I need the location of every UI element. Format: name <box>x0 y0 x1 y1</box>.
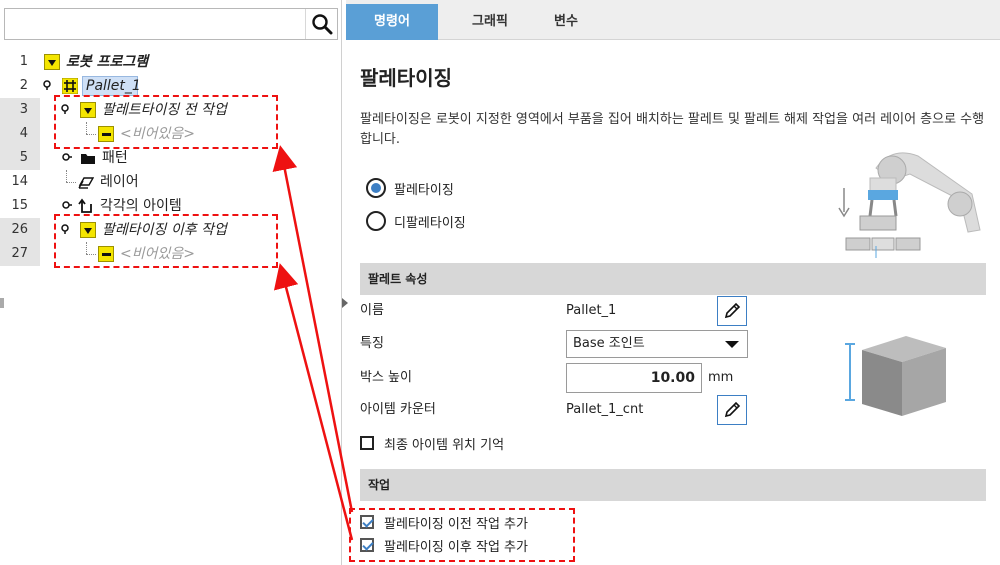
radio-palletizing[interactable]: 팔레타이징 <box>366 176 454 200</box>
section-pallet-properties: 팔레트 속성 <box>360 263 986 295</box>
tree-node-label: 패턴 <box>102 150 128 166</box>
search-input[interactable] <box>4 8 338 40</box>
tree-node-label: 레이어 <box>100 174 139 190</box>
checkbox-checked-icon <box>360 515 374 529</box>
radio-selected-icon <box>366 178 386 198</box>
command-panel: 명령어 그래픽 변수 팔레타이징 팔레타이징은 로봇이 지정한 영역에서 부품을… <box>346 0 1000 565</box>
panel-handle-icon[interactable] <box>0 296 6 310</box>
tab-command[interactable]: 명령어 <box>346 4 438 40</box>
radio-unselected-icon <box>366 211 386 231</box>
pencil-icon <box>724 401 741 418</box>
line-number: 1 <box>19 54 28 69</box>
line-number: 2 <box>19 78 28 93</box>
tree-row-layer[interactable]: 14 레이어 <box>0 170 340 194</box>
line-number: 26 <box>0 218 40 242</box>
expand-pin-icon[interactable] <box>62 200 72 210</box>
tab-variables[interactable]: 변수 <box>520 4 612 40</box>
radio-label: 디팔레타이징 <box>394 215 466 231</box>
name-label: 이름 <box>360 303 384 318</box>
section-actions: 작업 <box>360 469 986 501</box>
add-after-action-checkbox[interactable]: 팔레타이징 이후 작업 추가 <box>360 535 528 555</box>
tree-row-empty-after[interactable]: 27 <비어있음> <box>0 242 340 266</box>
box-height-unit: mm <box>708 370 734 385</box>
tree-node-label: 각각의 아이템 <box>100 198 182 214</box>
item-counter-value: Pallet_1_cnt <box>566 402 644 417</box>
folder-icon <box>80 222 96 238</box>
checkbox-label: 최종 아이템 위치 기억 <box>384 437 505 453</box>
folder-icon <box>80 102 96 118</box>
line-number: 14 <box>11 174 28 189</box>
tree-node-label: Pallet_1 <box>86 78 141 94</box>
tree-row-each-item[interactable]: 15 각각의 아이템 <box>0 194 340 218</box>
feature-dropdown[interactable]: Base 조인트 <box>566 330 748 358</box>
pallet-grid-icon <box>62 78 78 94</box>
line-number: 3 <box>0 98 40 122</box>
tree-connector <box>86 122 87 134</box>
panel-collapse-icon[interactable] <box>341 296 349 310</box>
layer-icon <box>78 177 94 189</box>
box-illustration <box>845 336 946 416</box>
tree-node-label: <비어있음> <box>120 246 195 262</box>
add-before-action-checkbox[interactable]: 팔레타이징 이전 작업 추가 <box>360 512 528 532</box>
tree-connector <box>86 242 87 254</box>
line-number: 27 <box>0 242 40 266</box>
program-tree-panel: 1 로봇 프로그램 2 Pallet_1 3 팔레트타이징 전 작업 4 <비어… <box>0 0 342 565</box>
feature-label: 특징 <box>360 336 384 351</box>
collapse-pin-icon[interactable] <box>60 104 70 114</box>
tree-row-pattern[interactable]: 5 패턴 <box>0 146 340 170</box>
box-height-input[interactable]: 10.00 <box>566 363 702 393</box>
item-loop-icon <box>78 198 92 213</box>
description-text: 팔레타이징은 로봇이 지정한 영역에서 부품을 집어 배치하는 팔레트 및 팔레… <box>360 112 985 147</box>
search-button[interactable] <box>305 9 337 39</box>
name-value: Pallet_1 <box>566 303 617 318</box>
tab-bar: 명령어 그래픽 변수 <box>346 0 1000 40</box>
tree-row-pallet[interactable]: 2 Pallet_1 <box>0 74 340 98</box>
pencil-icon <box>724 302 741 319</box>
tree-connector <box>86 134 96 135</box>
line-number: 15 <box>11 198 28 213</box>
edit-name-button[interactable] <box>717 296 747 326</box>
folder-icon <box>81 154 95 164</box>
expand-pin-icon[interactable] <box>62 152 72 162</box>
tree-node-label: 팔레타이징 이후 작업 <box>102 222 227 238</box>
tree-node-label: 로봇 프로그램 <box>66 54 149 70</box>
item-counter-label: 아이템 카운터 <box>360 402 436 417</box>
robot-arm-illustration <box>838 152 981 258</box>
checkbox-label: 팔레타이징 이후 작업 추가 <box>384 539 528 555</box>
page-title: 팔레타이징 <box>360 66 452 90</box>
chevron-down-icon <box>725 341 739 348</box>
tree-connector <box>66 182 76 183</box>
tree-row-robot-program[interactable]: 1 로봇 프로그램 <box>0 50 340 74</box>
tree-row-before-action[interactable]: 3 팔레트타이징 전 작업 <box>0 98 340 122</box>
box-height-label: 박스 높이 <box>360 370 412 385</box>
empty-node-icon <box>98 246 114 262</box>
feature-selected-value: Base 조인트 <box>573 336 645 351</box>
tree-connector <box>66 170 67 182</box>
checkbox-checked-icon <box>360 538 374 552</box>
line-number: 5 <box>0 146 40 170</box>
tree-row-after-action[interactable]: 26 팔레타이징 이후 작업 <box>0 218 340 242</box>
line-number: 4 <box>0 122 40 146</box>
collapse-pin-icon[interactable] <box>60 224 70 234</box>
tree-node-label: 팔레트타이징 전 작업 <box>102 102 227 118</box>
tree-node-label: <비어있음> <box>120 126 195 142</box>
edit-item-counter-button[interactable] <box>717 395 747 425</box>
checkbox-label: 팔레타이징 이전 작업 추가 <box>384 516 528 532</box>
remember-last-item-checkbox[interactable]: 최종 아이템 위치 기억 <box>360 433 504 453</box>
checkbox-unchecked-icon <box>360 436 374 450</box>
radio-depalletizing[interactable]: 디팔레타이징 <box>366 209 466 233</box>
search-icon <box>311 14 332 35</box>
program-folder-icon <box>44 54 60 70</box>
radio-label: 팔레타이징 <box>394 182 454 198</box>
tree-row-empty-before[interactable]: 4 <비어있음> <box>0 122 340 146</box>
tree-connector <box>86 254 96 255</box>
empty-node-icon <box>98 126 114 142</box>
collapse-pin-icon[interactable] <box>42 80 52 90</box>
